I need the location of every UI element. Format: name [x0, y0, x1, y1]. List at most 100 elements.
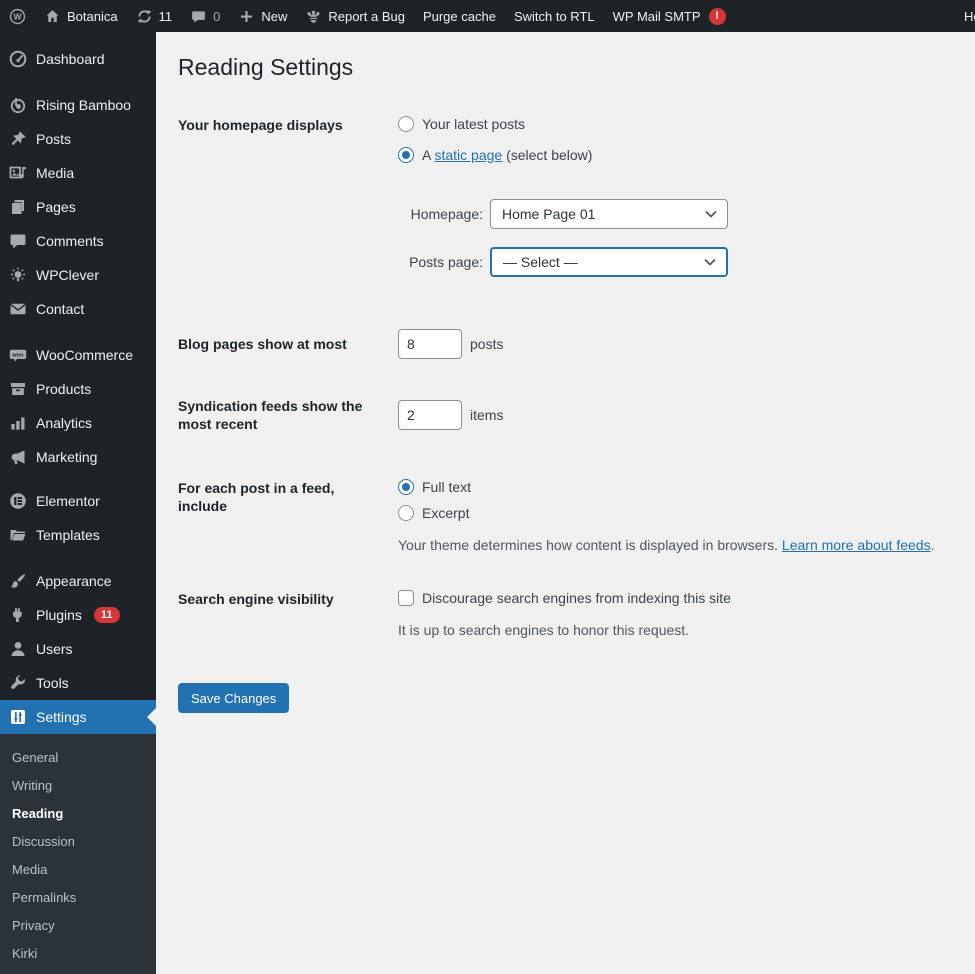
sidebar-item-marketing[interactable]: Marketing — [0, 440, 156, 474]
sidebar-item-label: Settings — [36, 709, 87, 725]
wrench-icon — [8, 673, 28, 693]
sidebar-item-woocommerce[interactable]: woo WooCommerce — [0, 338, 156, 372]
svg-text:W: W — [13, 11, 22, 21]
sidebar-item-elementor[interactable]: Elementor — [0, 484, 156, 518]
update-icon — [137, 9, 151, 23]
blog-pages-input[interactable] — [398, 328, 462, 359]
purge-cache-label: Purge cache — [422, 8, 496, 24]
sidebar-item-appearance[interactable]: Appearance — [0, 564, 156, 598]
site-name-label: Botanica — [67, 8, 118, 24]
blog-pages-row: Blog pages show at most posts — [178, 328, 955, 359]
static-page-link[interactable]: static page — [434, 147, 502, 163]
sidebar-item-templates[interactable]: Templates — [0, 518, 156, 552]
sidebar-item-plugins[interactable]: Plugins 11 — [0, 598, 156, 632]
homepage-select-label: Homepage: — [410, 205, 483, 222]
updates-count: 11 — [158, 8, 173, 24]
sidebar-item-label: Media — [36, 165, 75, 181]
bar-chart-icon — [8, 413, 28, 433]
sidebar-item-label: Pages — [36, 199, 76, 215]
submenu-item-reading[interactable]: Reading — [0, 799, 156, 827]
posts-page-select-label: Posts page: — [409, 253, 483, 270]
current-menu-arrow — [147, 708, 156, 726]
sidebar-item-comments[interactable]: Comments — [0, 224, 156, 258]
homepage-select[interactable]: Home Page 01 — [490, 198, 728, 229]
sidebar: Dashboard Rising Bamboo Posts Media Page — [0, 32, 156, 974]
sidebar-item-label: Rising Bamboo — [36, 97, 131, 113]
comment-icon — [192, 10, 205, 23]
posts-page-select[interactable]: — Select — — [490, 246, 728, 277]
sidebar-item-dashboard[interactable]: Dashboard — [0, 42, 156, 76]
submenu-item-kirki[interactable]: Kirki — [0, 939, 156, 967]
admin-bar-howdy[interactable]: Ho — [955, 0, 975, 32]
excerpt-radio[interactable] — [398, 505, 414, 522]
submenu-label: Kirki — [12, 945, 38, 961]
sidebar-item-media[interactable]: Media — [0, 156, 156, 190]
admin-bar-comments[interactable]: 0 — [181, 0, 229, 32]
sidebar-item-tools[interactable]: Tools — [0, 666, 156, 700]
syndication-unit: items — [470, 407, 504, 424]
sidebar-item-label: Dashboard — [36, 51, 105, 67]
sidebar-item-label: Marketing — [36, 449, 98, 465]
syndication-input[interactable] — [398, 400, 462, 431]
search-visibility-note: It is up to search engines to honor this… — [398, 622, 690, 639]
submenu-item-permalinks[interactable]: Permalinks — [0, 883, 156, 911]
admin-bar-site-name[interactable]: Botanica — [35, 0, 127, 32]
submenu-item-privacy[interactable]: Privacy — [0, 911, 156, 939]
dashboard-icon — [8, 49, 28, 69]
sidebar-item-label: Analytics — [36, 415, 93, 431]
sidebar-item-users[interactable]: Users — [0, 632, 156, 666]
latest-posts-option: Your latest posts — [398, 115, 955, 132]
discourage-indexing-checkbox[interactable] — [398, 590, 414, 607]
discourage-indexing-option: Discourage search engines from indexing … — [398, 590, 955, 607]
feed-note: Your theme determines how content is dis… — [398, 537, 955, 553]
latest-posts-label: Your latest posts — [422, 115, 525, 132]
submenu-item-discussion[interactable]: Discussion — [0, 827, 156, 855]
static-page-radio[interactable] — [398, 146, 414, 163]
sidebar-item-label: Contact — [36, 301, 85, 317]
admin-bar-purge-cache[interactable]: Purge cache — [414, 0, 505, 32]
latest-posts-radio[interactable] — [398, 115, 414, 132]
learn-more-feeds-link[interactable]: Learn more about feeds — [782, 537, 931, 553]
sidebar-item-pages[interactable]: Pages — [0, 190, 156, 224]
submenu-label: Media — [12, 861, 48, 877]
full-text-radio[interactable] — [398, 479, 414, 496]
submenu-item-writing[interactable]: Writing — [0, 771, 156, 799]
media-icon — [8, 163, 28, 183]
settings-submenu: General Writing Reading Discussion Media… — [0, 734, 156, 974]
sidebar-item-settings[interactable]: Settings — [0, 700, 156, 734]
static-page-option: A static page (select below) — [398, 146, 955, 163]
sidebar-item-label: Posts — [36, 131, 72, 147]
sidebar-item-wpclever[interactable]: WPClever — [0, 258, 156, 292]
admin-bar-switch-rtl[interactable]: Switch to RTL — [505, 0, 604, 32]
wordpress-logo[interactable]: W — [0, 0, 35, 32]
excerpt-option: Excerpt — [398, 505, 955, 522]
sidebar-item-rising-bamboo[interactable]: Rising Bamboo — [0, 88, 156, 122]
bug-icon — [307, 10, 320, 23]
sidebar-item-products[interactable]: Products — [0, 372, 156, 406]
woocommerce-icon: woo — [8, 345, 28, 365]
admin-bar-report-bug[interactable]: Report a Bug — [296, 0, 414, 32]
save-changes-button[interactable]: Save Changes — [178, 683, 290, 714]
submenu-item-general[interactable]: General — [0, 743, 156, 771]
sidebar-item-label: Tools — [36, 675, 69, 691]
sidebar-item-label: Users — [36, 641, 73, 657]
admin-bar-new[interactable]: New — [229, 0, 296, 32]
submenu-label: Permalinks — [12, 889, 77, 905]
sidebar-item-label: Appearance — [36, 573, 112, 589]
main-content: Reading Settings Your homepage displays … — [156, 32, 975, 974]
sidebar-item-contact[interactable]: Contact — [0, 292, 156, 326]
sidebar-item-label: Templates — [36, 527, 100, 543]
full-text-label: Full text — [422, 479, 472, 496]
admin-bar-wp-mail-smtp[interactable]: WP Mail SMTP ! — [604, 0, 735, 32]
homepage-select-row: Homepage: Home Page 01 — [398, 198, 955, 229]
lightbulb-icon — [8, 265, 28, 285]
admin-bar-updates[interactable]: 11 — [127, 0, 182, 32]
user-icon — [8, 639, 28, 659]
sidebar-item-analytics[interactable]: Analytics — [0, 406, 156, 440]
submenu-item-media[interactable]: Media — [0, 855, 156, 883]
homepage-select-value: Home Page 01 — [502, 205, 596, 222]
posts-page-select-row: Posts page: — Select — — [398, 246, 955, 277]
new-label: New — [261, 8, 288, 24]
full-text-option: Full text — [398, 479, 955, 496]
sidebar-item-posts[interactable]: Posts — [0, 122, 156, 156]
